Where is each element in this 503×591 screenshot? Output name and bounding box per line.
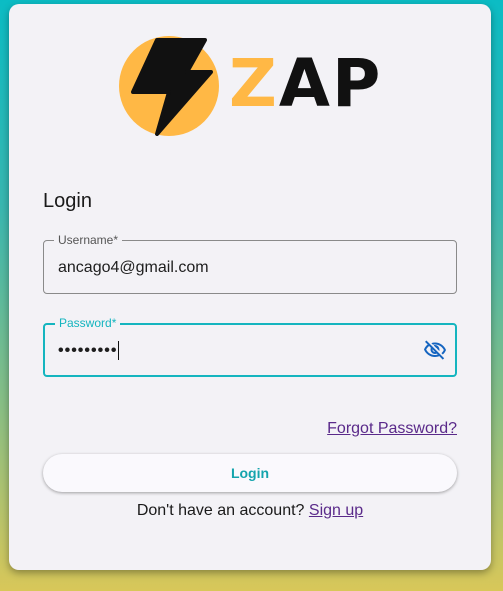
username-field[interactable]: Username* ancago4@gmail.com	[43, 233, 457, 294]
text-caret	[118, 341, 120, 361]
forgot-password-link[interactable]: Forgot Password?	[327, 420, 457, 438]
signup-link[interactable]: Sign up	[309, 502, 363, 519]
zap-logo: ZAP	[113, 34, 380, 144]
password-label: Password*	[55, 316, 121, 330]
signup-prompt-text: Don't have an account?	[136, 502, 305, 519]
signup-prompt: Don't have an account? Sign up	[9, 502, 491, 520]
username-label: Username*	[54, 233, 123, 247]
logo-wordmark: ZAP	[229, 45, 383, 122]
password-field[interactable]: Password* •••••••••	[43, 316, 457, 377]
eye-off-icon[interactable]	[423, 338, 447, 362]
username-input[interactable]: ancago4@gmail.com	[58, 258, 209, 278]
login-card: ZAP Login Username* ancago4@gmail.com Pa…	[9, 4, 491, 570]
login-title: Login	[43, 190, 92, 212]
lightning-bolt-icon	[131, 38, 213, 136]
password-input[interactable]: •••••••••	[58, 341, 120, 361]
login-button[interactable]: Login	[43, 454, 457, 492]
